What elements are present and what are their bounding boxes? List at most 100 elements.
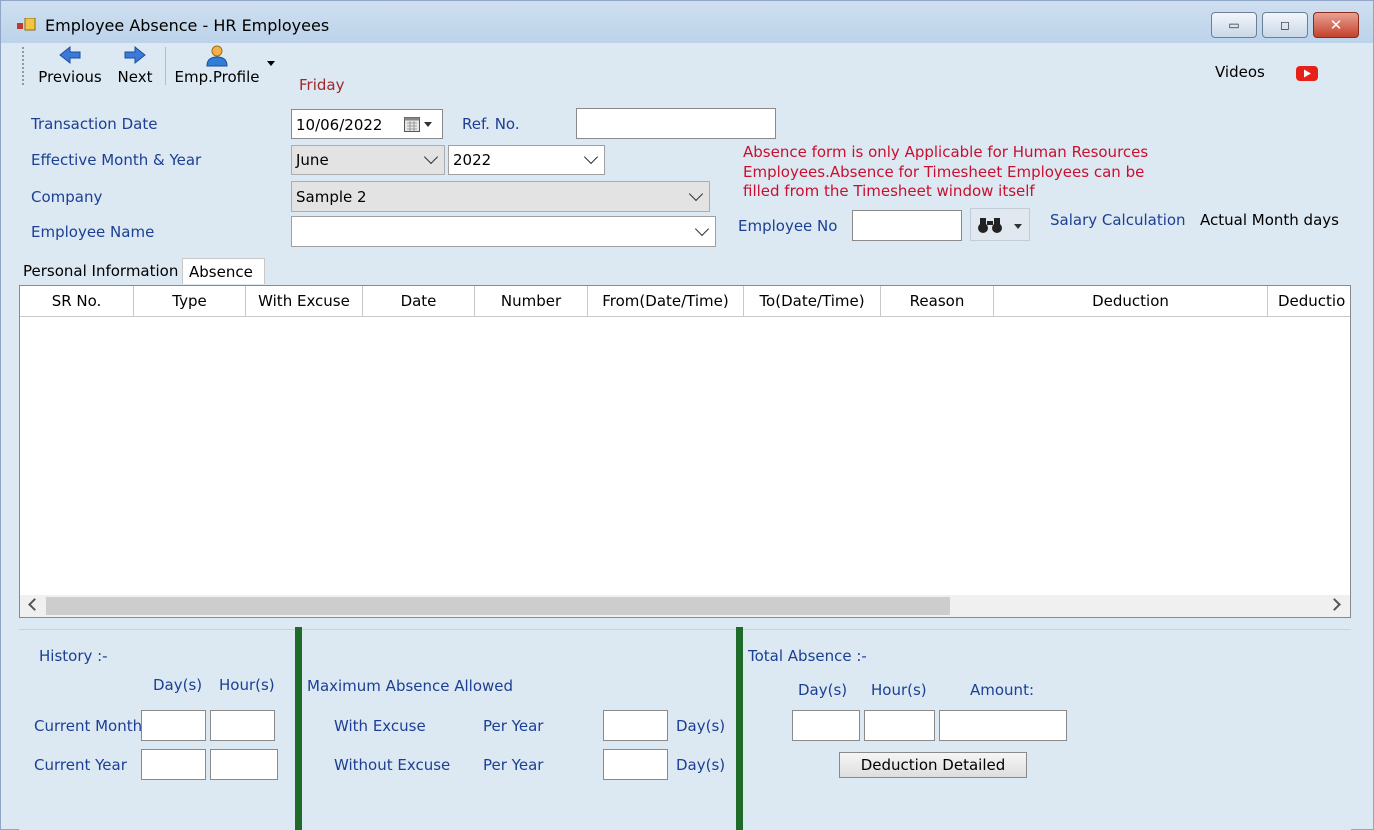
with-excuse-days-field: [603, 710, 668, 741]
minimize-button[interactable]: ▭: [1211, 12, 1257, 38]
column-header-from[interactable]: From(Date/Time): [588, 286, 744, 317]
scrollbar-thumb[interactable]: [46, 597, 950, 615]
transaction-date-value: 10/06/2022: [296, 116, 383, 134]
calendar-icon[interactable]: [404, 117, 420, 136]
next-button[interactable]: Next: [113, 45, 157, 89]
total-day-header: Day(s): [798, 681, 848, 699]
notice-line-2: Employees.Absence for Timesheet Employee…: [743, 162, 1145, 181]
close-button[interactable]: ✕: [1313, 12, 1359, 38]
history-title: History :-: [39, 647, 108, 665]
effective-month-year-label: Effective Month & Year: [31, 151, 202, 169]
current-year-days-field: [141, 749, 206, 780]
column-header-with-excuse[interactable]: With Excuse: [246, 286, 363, 317]
previous-label: Previous: [38, 68, 102, 86]
column-header-number[interactable]: Number: [475, 286, 588, 317]
notice-line-3: filled from the Timesheet window itself: [743, 182, 1035, 200]
restore-icon: ◻: [1280, 18, 1290, 32]
chevron-down-icon: [688, 186, 704, 201]
transaction-date-label: Transaction Date: [31, 115, 158, 133]
column-header-type[interactable]: Type: [134, 286, 246, 317]
current-year-label: Current Year: [34, 756, 127, 774]
without-excuse-days-label: Day(s): [676, 756, 726, 774]
total-hour-header: Hour(s): [871, 681, 927, 699]
app-icon: [17, 17, 37, 32]
restore-button[interactable]: ◻: [1262, 12, 1308, 38]
chevron-down-icon: [694, 221, 710, 236]
salary-calculation-label: Salary Calculation: [1050, 211, 1186, 229]
column-header-sr-no[interactable]: SR No.: [20, 286, 134, 317]
binoculars-icon: [977, 216, 1003, 238]
ref-no-label: Ref. No.: [462, 115, 520, 133]
column-header-deduction[interactable]: Deduction: [994, 286, 1268, 317]
deduction-detailed-button[interactable]: Deduction Detailed: [839, 752, 1027, 778]
history-hour-header: Hour(s): [219, 676, 275, 694]
company-select[interactable]: Sample 2: [291, 181, 710, 212]
next-label: Next: [117, 68, 153, 86]
window-title: Employee Absence - HR Employees: [45, 16, 330, 35]
employee-search-button[interactable]: [970, 208, 1030, 241]
history-day-header: Day(s): [153, 676, 203, 694]
scroll-left-icon[interactable]: [28, 598, 41, 611]
without-excuse-days-field: [603, 749, 668, 780]
user-icon: [206, 45, 228, 67]
emp-profile-button[interactable]: Emp.Profile: [173, 45, 261, 89]
column-header-to[interactable]: To(Date/Time): [744, 286, 881, 317]
with-excuse-per-year-label: Per Year: [483, 717, 544, 735]
without-excuse-per-year-label: Per Year: [483, 756, 544, 774]
close-icon: ✕: [1329, 16, 1343, 34]
minimize-icon: ▭: [1228, 18, 1240, 32]
toolbar-grip: [22, 47, 25, 85]
employee-no-label: Employee No: [738, 217, 838, 235]
absence-grid[interactable]: SR No. Type With Excuse Date Number From…: [19, 285, 1351, 618]
transaction-date-picker[interactable]: 10/06/2022: [291, 109, 443, 139]
company-value: Sample 2: [296, 187, 367, 206]
chevron-down-icon: [583, 149, 599, 165]
column-header-date[interactable]: Date: [363, 286, 475, 317]
horizontal-scrollbar[interactable]: [20, 595, 1350, 617]
salary-calculation-value: Actual Month days: [1200, 211, 1339, 229]
company-label: Company: [31, 188, 103, 206]
title-bar: Employee Absence - HR Employees ▭ ◻ ✕: [1, 1, 1373, 43]
column-header-reason[interactable]: Reason: [881, 286, 994, 317]
with-excuse-days-label: Day(s): [676, 717, 726, 735]
scroll-right-icon[interactable]: [1328, 598, 1341, 611]
month-value: June: [296, 151, 329, 169]
youtube-icon[interactable]: [1296, 66, 1318, 85]
current-month-hours-field: [210, 710, 275, 741]
date-dropdown-icon[interactable]: [424, 122, 432, 127]
previous-button[interactable]: Previous: [33, 45, 107, 89]
tab-absence[interactable]: Absence: [182, 258, 265, 284]
current-year-hours-field: [210, 749, 278, 780]
column-header-deduction-2[interactable]: Deductio: [1268, 286, 1350, 317]
emp-profile-label: Emp.Profile: [174, 68, 260, 86]
section-divider: [736, 627, 743, 830]
current-month-days-field: [141, 710, 206, 741]
total-days-field: [792, 710, 860, 741]
total-hours-field: [864, 710, 935, 741]
employee-no-input[interactable]: [852, 210, 962, 241]
year-select[interactable]: 2022: [448, 145, 605, 175]
arrow-left-icon: [59, 45, 81, 65]
ref-no-input[interactable]: [576, 108, 776, 139]
tab-personal-information[interactable]: Personal Information: [17, 258, 184, 284]
total-amount-header: Amount:: [970, 681, 1034, 699]
app-window: Employee Absence - HR Employees ▭ ◻ ✕ Pr…: [0, 0, 1374, 830]
total-amount-field: [939, 710, 1067, 741]
emp-profile-dropdown-icon[interactable]: [267, 61, 275, 66]
day-of-week: Friday: [299, 76, 345, 94]
arrow-right-icon: [124, 45, 146, 65]
notice-line-1: Absence form is only Applicable for Huma…: [743, 143, 1149, 161]
search-dropdown-icon: [1014, 224, 1022, 229]
with-excuse-label: With Excuse: [334, 717, 426, 735]
year-value: 2022: [453, 151, 492, 169]
without-excuse-label: Without Excuse: [334, 756, 451, 774]
month-select[interactable]: June: [291, 145, 445, 175]
total-absence-title: Total Absence :-: [748, 647, 867, 665]
max-absence-title: Maximum Absence Allowed: [307, 677, 514, 695]
section-divider: [295, 627, 302, 830]
current-month-label: Current Month: [34, 717, 143, 735]
absence-notice: Absence form is only Applicable for Huma…: [743, 143, 1148, 202]
videos-label[interactable]: Videos: [1215, 63, 1265, 81]
employee-name-label: Employee Name: [31, 223, 155, 241]
employee-name-select[interactable]: [291, 216, 716, 247]
